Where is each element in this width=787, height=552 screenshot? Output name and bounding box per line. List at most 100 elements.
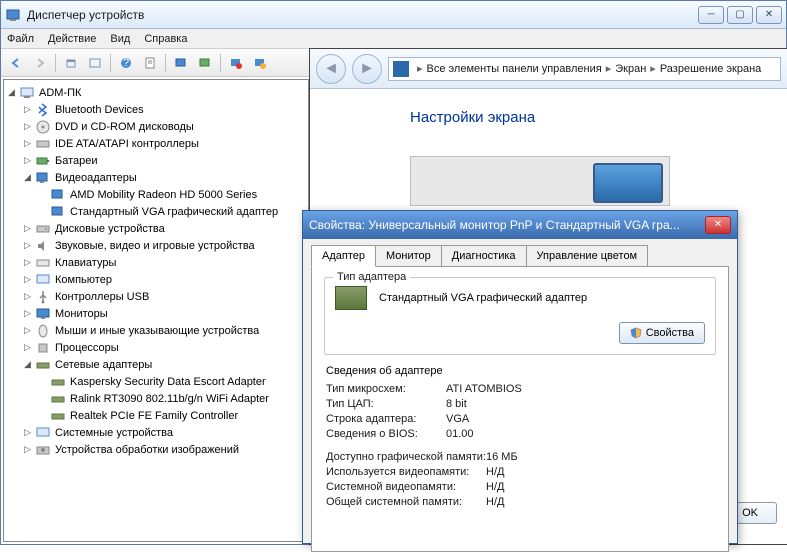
- toolbar-disable[interactable]: [249, 52, 271, 74]
- monitor-preview[interactable]: [410, 156, 670, 206]
- expand-icon[interactable]: ▷: [22, 104, 33, 115]
- expand-icon[interactable]: ▷: [22, 257, 33, 268]
- shield-icon: [630, 327, 642, 339]
- value-bios-info: 01.00: [446, 428, 474, 440]
- toolbar-scan[interactable]: [170, 52, 192, 74]
- titlebar[interactable]: Диспетчер устройств ─ ▢ ✕: [1, 1, 786, 29]
- toolbar-back[interactable]: [5, 52, 27, 74]
- nav-back-button[interactable]: ◄: [316, 54, 346, 84]
- toolbar-up[interactable]: [60, 52, 82, 74]
- display-adapter-icon: [50, 187, 66, 203]
- collapse-icon[interactable]: ◢: [22, 172, 33, 183]
- adapter-properties-button[interactable]: Свойства: [619, 322, 705, 344]
- tree-root[interactable]: ◢ADM-ПК: [6, 84, 306, 101]
- tree-computer[interactable]: ▷Компьютер: [6, 271, 306, 288]
- tree-keyboard[interactable]: ▷Клавиатуры: [6, 254, 306, 271]
- breadcrumb[interactable]: ▸ Все элементы панели управления ▸ Экран…: [388, 57, 781, 81]
- expand-icon[interactable]: ▷: [22, 291, 33, 302]
- menubar: Файл Действие Вид Справка: [1, 29, 786, 49]
- tree-system[interactable]: ▷Системные устройства: [6, 424, 306, 441]
- device-tree[interactable]: ◢ADM-ПК ▷Bluetooth Devices ▷DVD и CD-ROM…: [3, 79, 309, 542]
- menu-file[interactable]: Файл: [7, 33, 34, 45]
- tree-net-ralink[interactable]: Ralink RT3090 802.11b/g/n WiFi Adapter: [6, 390, 306, 407]
- label-chip-type: Тип микросхем:: [326, 383, 446, 395]
- svg-text:?: ?: [123, 57, 129, 69]
- expand-icon[interactable]: ▷: [22, 342, 33, 353]
- breadcrumb-display[interactable]: Экран: [615, 63, 646, 75]
- system-icon: [35, 425, 51, 441]
- menu-view[interactable]: Вид: [110, 33, 130, 45]
- value-shared-system-memory: Н/Д: [486, 496, 504, 508]
- toolbar-forward[interactable]: [29, 52, 51, 74]
- expand-icon[interactable]: ▷: [22, 240, 33, 251]
- label-dac-type: Тип ЦАП:: [326, 398, 446, 410]
- group-title: Тип адаптера: [333, 271, 410, 283]
- monitor-thumbnail[interactable]: [593, 163, 663, 203]
- label-video-memory-used: Используется видеопамяти:: [326, 466, 486, 478]
- toolbar-uninstall[interactable]: [225, 52, 247, 74]
- menu-help[interactable]: Справка: [144, 33, 187, 45]
- computer-icon: [35, 272, 51, 288]
- expand-icon[interactable]: ▷: [22, 444, 33, 455]
- expand-icon[interactable]: ▷: [22, 138, 33, 149]
- tree-cpu[interactable]: ▷Процессоры: [6, 339, 306, 356]
- adapter-type-group: Тип адаптера Стандартный VGA графический…: [324, 277, 716, 355]
- tree-video-amd[interactable]: AMD Mobility Radeon HD 5000 Series: [6, 186, 306, 203]
- tab-color-management[interactable]: Управление цветом: [526, 245, 649, 266]
- collapse-icon[interactable]: ◢: [22, 359, 33, 370]
- nav-forward-button[interactable]: ►: [352, 54, 382, 84]
- collapse-icon[interactable]: ◢: [6, 87, 17, 98]
- adapter-info-group: Сведения об адаптере Тип микросхем:ATI A…: [324, 365, 716, 508]
- toolbar-help[interactable]: ?: [115, 52, 137, 74]
- expand-icon[interactable]: ▷: [22, 427, 33, 438]
- tree-net[interactable]: ◢Сетевые адаптеры: [6, 356, 306, 373]
- value-chip-type: ATI ATOMBIOS: [446, 383, 522, 395]
- window-title: Диспетчер устройств: [27, 8, 698, 22]
- usb-icon: [35, 289, 51, 305]
- tree-monitor[interactable]: ▷Мониторы: [6, 305, 306, 322]
- expand-icon[interactable]: ▷: [22, 121, 33, 132]
- bluetooth-icon: [35, 102, 51, 118]
- tree-mouse[interactable]: ▷Мыши и иные указывающие устройства: [6, 322, 306, 339]
- toolbar-properties[interactable]: [139, 52, 161, 74]
- tree-bluetooth[interactable]: ▷Bluetooth Devices: [6, 101, 306, 118]
- nav-bar: ◄ ► ▸ Все элементы панели управления ▸ Э…: [310, 49, 787, 89]
- tree-net-kaspersky[interactable]: Kaspersky Security Data Escort Adapter: [6, 373, 306, 390]
- tree-video-vga[interactable]: Стандартный VGA графический адаптер: [6, 203, 306, 220]
- display-adapter-icon: [50, 204, 66, 220]
- toolbar-update[interactable]: [194, 52, 216, 74]
- expand-icon[interactable]: ▷: [22, 308, 33, 319]
- tab-diagnostics[interactable]: Диагностика: [441, 245, 527, 266]
- breadcrumb-resolution[interactable]: Разрешение экрана: [660, 63, 761, 75]
- tab-adapter[interactable]: Адаптер: [311, 245, 376, 267]
- expand-icon[interactable]: ▷: [22, 325, 33, 336]
- tree-sound[interactable]: ▷Звуковые, видео и игровые устройства: [6, 237, 306, 254]
- tab-monitor[interactable]: Монитор: [375, 245, 442, 266]
- breadcrumb-control-panel[interactable]: Все элементы панели управления: [427, 63, 602, 75]
- tab-strip: Адаптер Монитор Диагностика Управление ц…: [303, 239, 737, 266]
- expand-icon[interactable]: ▷: [22, 223, 33, 234]
- tree-battery[interactable]: ▷Батареи: [6, 152, 306, 169]
- expand-icon[interactable]: ▷: [22, 274, 33, 285]
- value-adapter-string: VGA: [446, 413, 469, 425]
- tree-dvd[interactable]: ▷DVD и CD-ROM дисководы: [6, 118, 306, 135]
- tree-disk[interactable]: ▷Дисковые устройства: [6, 220, 306, 237]
- tree-ide[interactable]: ▷IDE ATA/ATAPI контроллеры: [6, 135, 306, 152]
- cpu-icon: [35, 340, 51, 356]
- tree-video[interactable]: ◢Видеоадаптеры: [6, 169, 306, 186]
- dialog-titlebar[interactable]: Свойства: Универсальный монитор PnP и Ст…: [303, 211, 737, 239]
- tree-net-realtek[interactable]: Realtek PCIe FE Family Controller: [6, 407, 306, 424]
- value-dac-type: 8 bit: [446, 398, 467, 410]
- close-button[interactable]: ✕: [705, 216, 731, 234]
- expand-icon[interactable]: ▷: [22, 155, 33, 166]
- maximize-button[interactable]: ▢: [727, 6, 753, 24]
- tree-usb[interactable]: ▷Контроллеры USB: [6, 288, 306, 305]
- label-adapter-string: Строка адаптера:: [326, 413, 446, 425]
- disc-icon: [35, 119, 51, 135]
- toolbar-show[interactable]: [84, 52, 106, 74]
- display-adapter-icon: [35, 170, 51, 186]
- minimize-button[interactable]: ─: [698, 6, 724, 24]
- tree-imaging[interactable]: ▷Устройства обработки изображений: [6, 441, 306, 458]
- close-button[interactable]: ✕: [756, 6, 782, 24]
- menu-action[interactable]: Действие: [48, 33, 96, 45]
